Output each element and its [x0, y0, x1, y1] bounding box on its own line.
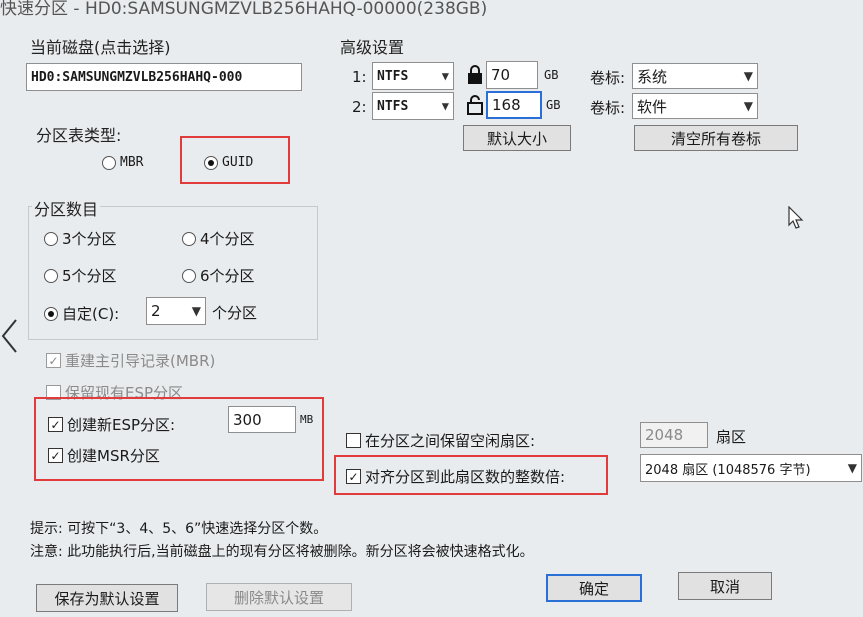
align-sectors-label: 对齐分区到此扇区数的整数倍: — [365, 468, 566, 486]
cancel-button[interactable]: 取消 — [678, 572, 772, 600]
radio-5-label: 5个分区 — [62, 267, 117, 285]
row2-size-unit: GB — [546, 98, 561, 112]
radio-4-label: 4个分区 — [200, 230, 255, 248]
radio-4-indicator[interactable] — [182, 231, 196, 246]
note-text: 注意: 此功能执行后,当前磁盘上的现有分区将被删除。新分区将会被快速格式化。 — [30, 544, 534, 560]
radio-6-label: 6个分区 — [200, 267, 255, 285]
save-default-button[interactable]: 保存为默认设置 — [36, 584, 178, 612]
radio-custom-indicator[interactable] — [44, 306, 58, 321]
create-esp-option[interactable]: ✓ 创建新ESP分区: — [48, 414, 175, 435]
delete-default-button[interactable]: 删除默认设置 — [206, 583, 352, 611]
row1-volume-value: 系统 — [637, 67, 668, 86]
rebuild-mbr-checkbox[interactable]: ✓ — [46, 353, 61, 368]
window-title: 快速分区 - HD0:SAMSUNGMZVLB256HAHQ-00000(238… — [0, 0, 488, 19]
chevron-down-icon: ▼ — [743, 69, 753, 83]
unlock-icon[interactable] — [466, 94, 486, 116]
reserve-sectors-input[interactable]: 2048 — [640, 422, 708, 448]
chevron-down-icon: ▼ — [847, 461, 857, 475]
create-msr-checkbox[interactable]: ✓ — [48, 448, 63, 463]
reserve-sectors-checkbox[interactable] — [346, 433, 361, 448]
rebuild-mbr-label: 重建主引导记录(MBR) — [65, 352, 216, 370]
reserve-sectors-option[interactable]: 在分区之间保留空闲扇区: — [346, 430, 535, 451]
row1-size-unit: GB — [544, 68, 559, 82]
reserve-sectors-unit: 扇区 — [716, 428, 747, 446]
radio-4-partitions[interactable]: 4个分区 — [182, 228, 255, 249]
radio-5-indicator[interactable] — [44, 268, 58, 283]
row1-volume-caption: 卷标: — [590, 69, 626, 87]
radio-3-label: 3个分区 — [62, 230, 117, 248]
row2-volume-value: 软件 — [637, 97, 668, 116]
reserve-sectors-label: 在分区之间保留空闲扇区: — [365, 432, 536, 450]
tip-text: 提示: 可按下“3、4、5、6”快速选择分区个数。 — [30, 521, 328, 537]
disk-section-label: 当前磁盘(点击选择) — [30, 38, 171, 57]
radio-guid-label: GUID — [222, 155, 254, 170]
row1-index: 1: — [352, 68, 367, 86]
align-sectors-option[interactable]: ✓ 对齐分区到此扇区数的整数倍: — [346, 466, 565, 487]
lock-icon[interactable] — [466, 64, 486, 86]
row2-fs-value: NTFS — [377, 98, 409, 114]
rebuild-mbr-option[interactable]: ✓ 重建主引导记录(MBR) — [46, 350, 215, 371]
radio-3-indicator[interactable] — [44, 231, 58, 246]
chevron-down-icon: ▼ — [441, 99, 449, 113]
radio-mbr-indicator[interactable] — [102, 155, 116, 170]
radio-guid-indicator[interactable] — [204, 155, 218, 170]
radio-custom[interactable]: 自定(C): — [44, 303, 119, 324]
radio-6-partitions[interactable]: 6个分区 — [182, 265, 255, 286]
align-sectors-value: 2048 扇区 (1048576 字节) — [645, 462, 811, 478]
radio-mbr-label: MBR — [120, 155, 144, 170]
radio-custom-label: 自定(C): — [62, 305, 120, 323]
row2-fs-select[interactable]: NTFS ▼ — [372, 92, 454, 120]
partition-count-label: 分区数目 — [32, 196, 101, 220]
create-msr-label: 创建MSR分区 — [67, 447, 160, 465]
default-size-button[interactable]: 默认大小 — [463, 125, 571, 151]
create-esp-label: 创建新ESP分区: — [67, 416, 176, 434]
row2-index: 2: — [352, 98, 367, 116]
custom-count-value: 2 — [151, 302, 161, 320]
cursor-icon — [788, 205, 804, 234]
create-msr-option[interactable]: ✓ 创建MSR分区 — [48, 445, 160, 466]
row1-fs-value: NTFS — [377, 68, 409, 84]
clear-labels-button[interactable]: 清空所有卷标 — [634, 125, 798, 151]
custom-count-select[interactable]: 2 ▼ — [146, 297, 206, 325]
esp-size-unit: MB — [300, 413, 314, 426]
row2-size-input[interactable]: 168 — [486, 91, 542, 119]
row1-size-input[interactable]: 70 — [486, 61, 538, 89]
ok-button[interactable]: 确定 — [546, 574, 642, 602]
radio-mbr[interactable]: MBR — [102, 155, 143, 170]
align-sectors-checkbox[interactable]: ✓ — [346, 469, 361, 484]
chevron-left-icon — [0, 318, 20, 358]
radio-5-partitions[interactable]: 5个分区 — [44, 265, 117, 286]
row1-fs-select[interactable]: NTFS ▼ — [372, 62, 454, 90]
row1-volume-select[interactable]: 系统 ▼ — [632, 63, 758, 89]
custom-count-suffix: 个分区 — [212, 304, 258, 322]
row2-volume-caption: 卷标: — [590, 99, 626, 117]
radio-6-indicator[interactable] — [182, 268, 196, 283]
current-disk-field[interactable]: HD0:SAMSUNGMZVLB256HAHQ-000 — [26, 63, 302, 91]
advanced-label: 高级设置 — [340, 38, 405, 57]
radio-3-partitions[interactable]: 3个分区 — [44, 228, 117, 249]
create-esp-checkbox[interactable]: ✓ — [48, 417, 63, 432]
row2-volume-select[interactable]: 软件 ▼ — [632, 93, 758, 119]
chevron-down-icon: ▼ — [191, 304, 201, 318]
radio-guid[interactable]: GUID — [204, 155, 253, 170]
chevron-down-icon: ▼ — [441, 69, 449, 83]
chevron-down-icon: ▼ — [743, 99, 753, 113]
partition-table-label: 分区表类型: — [36, 126, 122, 145]
esp-size-input[interactable]: 300 — [228, 406, 296, 433]
align-sectors-select[interactable]: 2048 扇区 (1048576 字节) ▼ — [640, 454, 862, 482]
